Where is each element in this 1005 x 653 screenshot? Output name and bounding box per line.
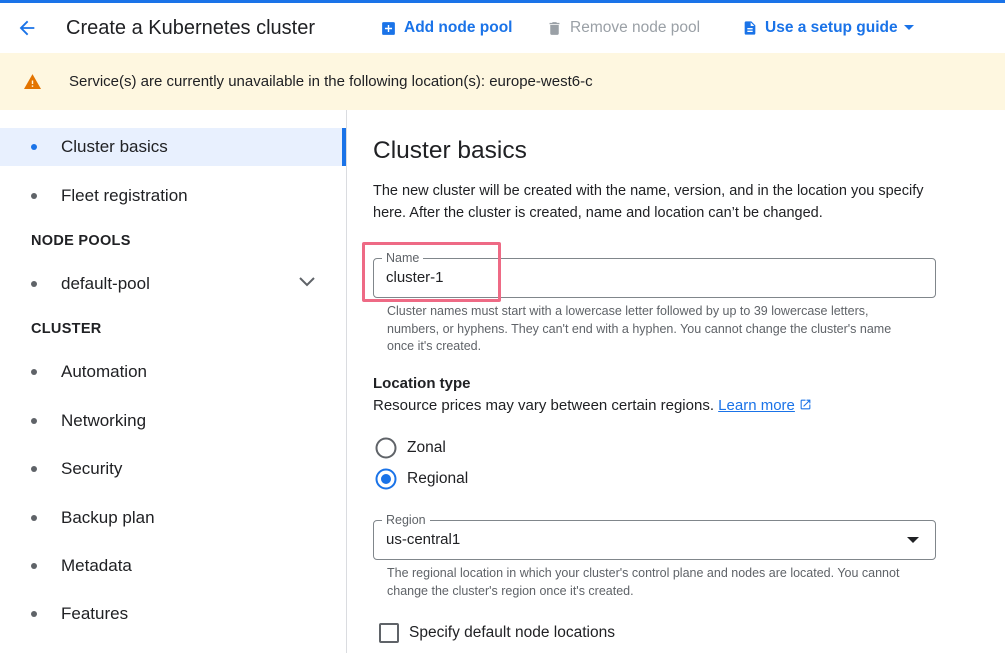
region-value: us-central1 bbox=[386, 531, 461, 548]
sidebar-item-label: Cluster basics bbox=[61, 137, 168, 156]
region-field-label: Region bbox=[382, 512, 430, 528]
sidebar-item-networking[interactable]: Networking bbox=[0, 402, 346, 440]
remove-node-pool-label: Remove node pool bbox=[570, 19, 701, 36]
trash-icon bbox=[549, 21, 560, 35]
bullet-icon bbox=[31, 418, 37, 424]
checkbox-unchecked-icon bbox=[379, 623, 399, 643]
bullet-icon bbox=[31, 369, 37, 375]
sidebar-item-label: Automation bbox=[61, 362, 147, 381]
bullet-icon bbox=[31, 563, 37, 569]
sidebar-item-security[interactable]: Security bbox=[0, 450, 346, 488]
bullet-icon bbox=[31, 466, 37, 472]
sidebar-item-label: default-pool bbox=[61, 274, 150, 293]
sidebar-item-label: Backup plan bbox=[61, 508, 155, 527]
remove-node-pool-button[interactable]: Remove node pool bbox=[546, 15, 700, 41]
location-type-heading: Location type bbox=[373, 375, 471, 392]
warning-banner: Service(s) are currently unavailable in … bbox=[0, 53, 1005, 110]
add-node-pool-button[interactable]: Add node pool bbox=[380, 15, 512, 41]
bullet-icon bbox=[31, 515, 37, 521]
back-button[interactable] bbox=[14, 15, 40, 41]
sidebar-item-cluster-basics[interactable]: Cluster basics bbox=[0, 128, 346, 166]
page-title: Create a Kubernetes cluster bbox=[66, 17, 316, 39]
learn-more-link[interactable]: Learn more bbox=[718, 397, 795, 414]
name-hint: Cluster names must start with a lowercas… bbox=[387, 304, 892, 353]
bullet-icon bbox=[31, 193, 37, 199]
sidebar-item-default-pool[interactable]: default-pool bbox=[0, 265, 346, 303]
learn-more-label: Learn more bbox=[718, 397, 795, 414]
bullet-icon bbox=[31, 281, 37, 287]
chevron-down-icon[interactable] bbox=[298, 276, 316, 288]
location-type-description: Resource prices may vary between certain… bbox=[373, 397, 812, 414]
add-box-icon bbox=[382, 21, 395, 35]
checkbox-label: Specify default node locations bbox=[409, 624, 615, 641]
sidebar-item-label: Fleet registration bbox=[61, 186, 188, 205]
dropdown-arrow-icon[interactable] bbox=[907, 537, 919, 543]
add-node-pool-label: Add node pool bbox=[404, 19, 513, 36]
arrow-back-icon bbox=[19, 20, 35, 36]
radio-zonal[interactable]: Zonal bbox=[375, 437, 446, 459]
node-pools-heading: NODE POOLS bbox=[31, 233, 131, 249]
setup-guide-label: Use a setup guide bbox=[765, 19, 898, 36]
sidebar-item-metadata[interactable]: Metadata bbox=[0, 547, 346, 585]
page-header: Create a Kubernetes cluster Add node poo… bbox=[0, 3, 1005, 53]
default-node-locations-checkbox[interactable]: Specify default node locations bbox=[379, 623, 615, 643]
radio-label: Regional bbox=[407, 470, 469, 487]
bullet-icon bbox=[31, 144, 37, 150]
bullet-icon bbox=[31, 611, 37, 617]
sidebar-item-fleet-registration[interactable]: Fleet registration bbox=[0, 177, 346, 215]
sidebar-item-backup-plan[interactable]: Backup plan bbox=[0, 499, 346, 537]
warning-icon bbox=[24, 74, 41, 89]
region-hint: The regional location in which your clus… bbox=[387, 566, 900, 598]
radio-regional[interactable]: Regional bbox=[375, 468, 468, 490]
document-icon bbox=[744, 21, 756, 35]
sidebar-nav: Cluster basics Fleet registration NODE P… bbox=[0, 110, 347, 653]
sidebar-item-label: Features bbox=[61, 604, 129, 623]
region-select[interactable]: Region us-central1 bbox=[373, 512, 936, 560]
main-content: Cluster basics The new cluster will be c… bbox=[347, 110, 1005, 653]
radio-unchecked-icon bbox=[375, 437, 397, 459]
highlight-box bbox=[362, 242, 501, 302]
location-type-text: Resource prices may vary between certain… bbox=[373, 397, 714, 414]
radio-checked-icon bbox=[375, 468, 397, 490]
caret-down-icon bbox=[903, 25, 914, 30]
sidebar-item-automation[interactable]: Automation bbox=[0, 353, 346, 391]
section-heading: Cluster basics bbox=[373, 137, 527, 164]
setup-guide-button[interactable]: Use a setup guide bbox=[742, 15, 914, 41]
cluster-heading: CLUSTER bbox=[31, 321, 102, 337]
sidebar-item-label: Metadata bbox=[61, 556, 132, 575]
banner-message: Service(s) are currently unavailable in … bbox=[69, 73, 593, 90]
sidebar-item-label: Security bbox=[61, 459, 123, 478]
sidebar-item-label: Networking bbox=[61, 411, 147, 430]
sidebar-item-features[interactable]: Features bbox=[0, 595, 346, 633]
external-link-icon[interactable] bbox=[799, 398, 812, 411]
section-description: The new cluster will be created with the… bbox=[373, 183, 924, 221]
radio-label: Zonal bbox=[407, 439, 446, 456]
